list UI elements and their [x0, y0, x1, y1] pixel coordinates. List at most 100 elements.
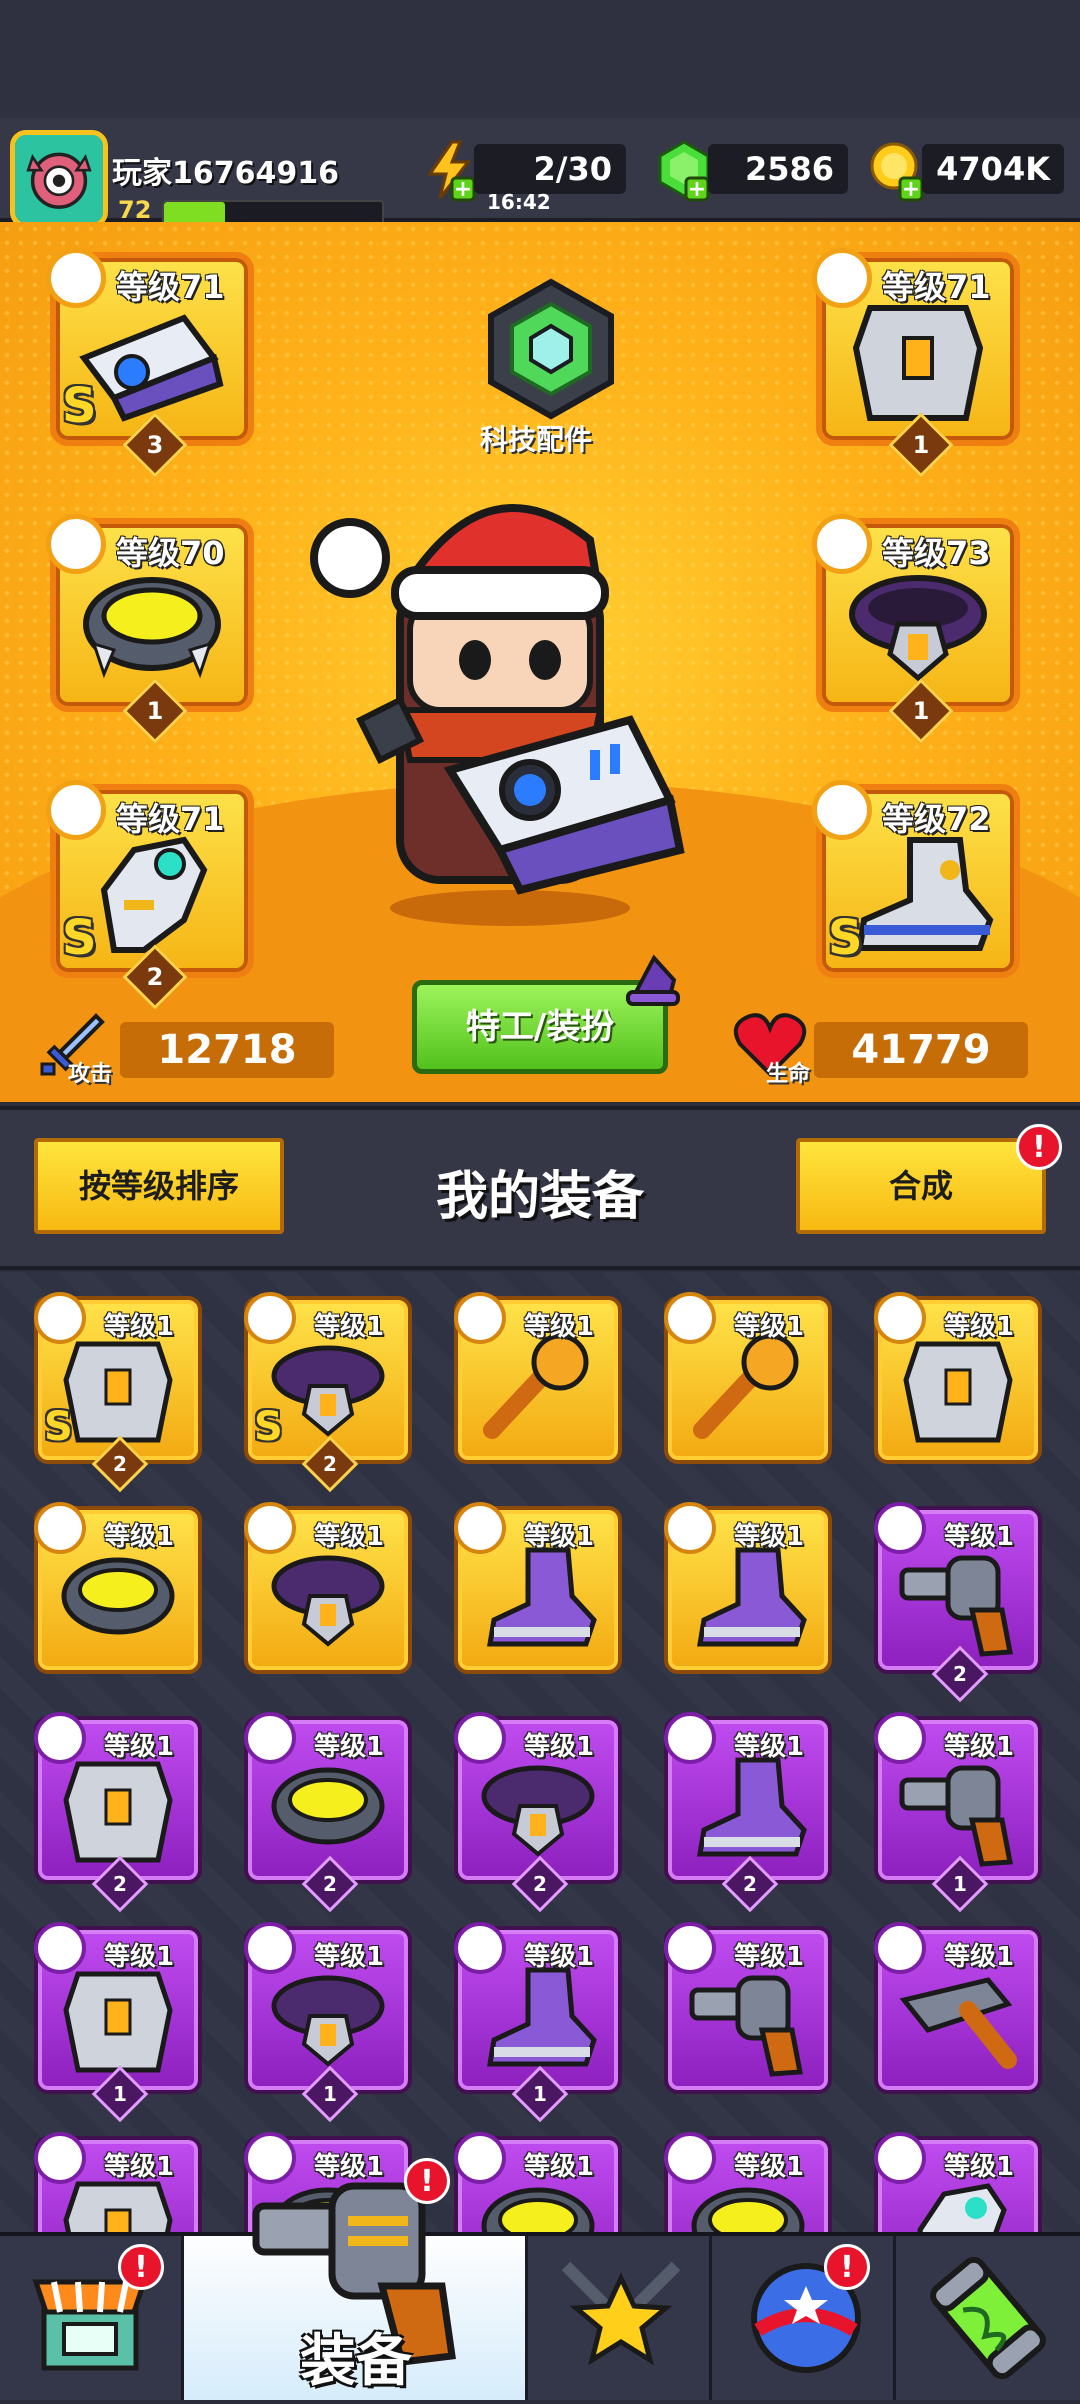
mech-glove-icon [100, 836, 208, 953]
item-level: 等级1 [104, 1732, 175, 1762]
star-swords-icon [561, 2261, 681, 2366]
item-type-icon [34, 1292, 86, 1344]
inventory-item[interactable]: 等级1 S 2 [34, 1292, 202, 1493]
microphone-gun-icon [483, 1333, 589, 1439]
inventory-item[interactable]: 等级1 [454, 2132, 622, 2232]
equip-slot-weapon[interactable]: 等级71 S 3 [46, 248, 254, 478]
shop-alert-badge: ! [118, 2244, 164, 2290]
inventory-item[interactable]: 等级1 1 [874, 1712, 1042, 1913]
attack-label: 攻击 [68, 1062, 113, 1087]
dna-capsule-icon [930, 2256, 1046, 2380]
item-level: 等级1 [104, 1312, 175, 1342]
revolver-icon [899, 1555, 1013, 1657]
item-level: 等级1 [944, 1732, 1015, 1762]
inventory-item[interactable]: 等级1 [664, 1922, 832, 2094]
hat-icon [626, 954, 680, 1007]
energy-plus-icon[interactable]: + [418, 138, 482, 202]
rank-badge: S [828, 910, 863, 966]
gem-counter: 2586 [708, 144, 848, 194]
slot-level: 等级71 [116, 268, 225, 306]
player-level: 72 [118, 196, 152, 224]
item-level: 等级1 [104, 1522, 175, 1552]
inventory-item[interactable]: 等级1 2 [664, 1712, 832, 1913]
slot-level: 等级72 [882, 800, 991, 838]
inventory-item[interactable]: 等级1 2 [874, 1502, 1042, 1703]
item-type-icon [664, 1502, 716, 1554]
equip-slot-belt[interactable]: 等级73 1 [812, 514, 1020, 744]
spiked-collar-icon [61, 1557, 175, 1635]
equip-slot-necklace[interactable]: 等级70 1 [46, 514, 254, 744]
spiked-collar-icon [83, 577, 221, 679]
item-type-icon [664, 1292, 716, 1344]
inventory-item[interactable]: 等级1 1 [244, 1922, 412, 2123]
item-type-icon [244, 1292, 296, 1344]
item-type-icon [454, 1502, 506, 1554]
item-type-icon [244, 1922, 296, 1974]
microphone-gun-icon [693, 1333, 799, 1439]
mech-boot-icon [487, 1967, 597, 2067]
armor-vest-icon [903, 1341, 1013, 1443]
hero-character[interactable] [300, 470, 720, 930]
rank-badge: S [44, 1404, 73, 1450]
inventory-item[interactable]: 等级1 [664, 1292, 832, 1464]
glove-slot-icon [46, 780, 106, 840]
item-type-icon [664, 1922, 716, 1974]
slot-level: 等级70 [116, 534, 225, 572]
inventory-item[interactable]: 等级1 2 [244, 1712, 412, 1913]
inventory-item[interactable]: 等级1 [664, 1502, 832, 1674]
gem-plus-icon[interactable]: + [652, 138, 716, 202]
inventory-item[interactable]: 等级1 [454, 1502, 622, 1674]
inventory-item[interactable]: 等级1 1 [454, 1922, 622, 2123]
tech-accessory-icon[interactable] [476, 274, 626, 424]
gold-coin-plus-icon[interactable]: + [866, 138, 930, 202]
player-avatar[interactable] [10, 130, 108, 228]
slot-level: 等级71 [882, 268, 991, 306]
item-level: 等级1 [944, 2152, 1015, 2182]
item-level: 等级1 [944, 1942, 1015, 1972]
equip-slot-armor[interactable]: 等级71 1 [812, 248, 1020, 478]
inventory-item[interactable]: 等级1 [874, 1922, 1042, 2094]
item-type-icon [244, 1502, 296, 1554]
rank-badge: S [62, 910, 97, 966]
item-level: 等级1 [524, 2152, 595, 2182]
slot-level: 等级71 [116, 800, 225, 838]
item-type-icon [34, 1502, 86, 1554]
talent-alert-badge: ! [824, 2244, 870, 2290]
inventory-grid: 等级1 S 2 等级1 S 2 等级1 等级1 等级1 等级1 等级1 等级1 等级1 等级1 2 等级1 2 等… [0, 1272, 1080, 2232]
armor-vest-icon [852, 305, 984, 421]
mech-boot-icon [697, 1547, 807, 1647]
inventory-item[interactable]: 等级1 [664, 2132, 832, 2232]
inventory-item[interactable]: 等级1 2 [454, 1712, 622, 1913]
item-level: 等级1 [524, 1522, 595, 1552]
inventory-item[interactable]: 等级1 [34, 2132, 202, 2232]
item-level: 等级1 [944, 1312, 1015, 1342]
svg-text:+: + [688, 177, 706, 202]
item-type-icon [34, 1922, 86, 1974]
inventory-item[interactable]: 等级1 1 [34, 1922, 202, 2123]
item-level: 等级1 [944, 1522, 1015, 1552]
inventory-item[interactable]: 等级1 S 2 [244, 1292, 412, 1493]
inventory-item[interactable]: 等级1 [454, 1292, 622, 1464]
equip-slot-gloves[interactable]: 等级71 S 2 [46, 780, 254, 1010]
inventory-item[interactable]: 等级1 [34, 1502, 202, 1674]
mech-boot-icon [856, 837, 994, 951]
equipment-alert-badge: ! [404, 2158, 450, 2204]
item-level: 等级1 [734, 1522, 805, 1552]
item-type-icon [34, 2132, 86, 2184]
item-level: 等级1 [524, 1312, 595, 1342]
mech-boot-icon [697, 1757, 807, 1857]
svg-text:+: + [454, 177, 472, 202]
inventory-item[interactable]: 等级1 [874, 2132, 1042, 2232]
equip-slot-boots[interactable]: 等级72 S [812, 780, 1020, 978]
belt-icon [849, 575, 987, 682]
inventory-item[interactable]: 等级1 [244, 1502, 412, 1674]
inventory-item[interactable]: 等级1 2 [34, 1712, 202, 1913]
item-level: 等级1 [314, 1522, 385, 1552]
item-level: 等级1 [314, 1732, 385, 1762]
merge-button[interactable]: 合成 [796, 1138, 1046, 1234]
belt-icon [271, 1975, 385, 2067]
belt-icon [481, 1765, 595, 1857]
item-level: 等级1 [314, 1942, 385, 1972]
gun-slot-icon [46, 248, 106, 308]
inventory-item[interactable]: 等级1 [874, 1292, 1042, 1464]
